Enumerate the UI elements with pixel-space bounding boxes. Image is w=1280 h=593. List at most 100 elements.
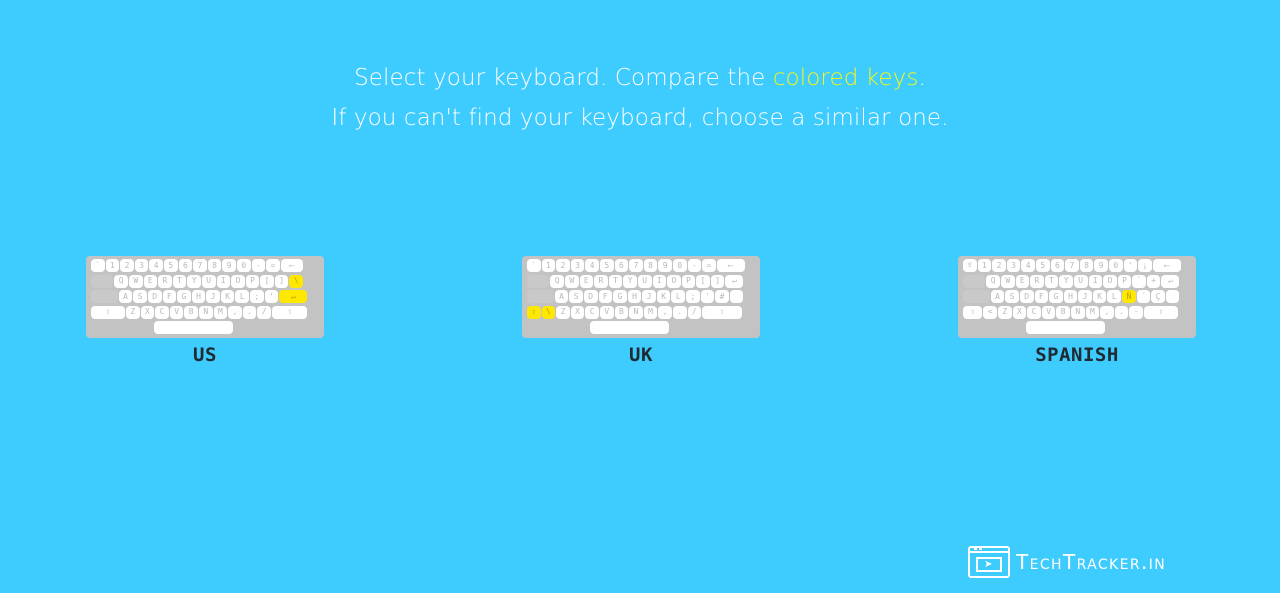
- highlighted-key: \: [541, 305, 556, 319]
- key: X: [570, 305, 585, 319]
- keyboard-label-us: US: [193, 344, 217, 366]
- key: -: [1129, 305, 1143, 319]
- key: L: [1107, 290, 1122, 303]
- key: Q: [114, 274, 128, 288]
- key: 6: [1050, 259, 1065, 272]
- key: D: [1019, 290, 1034, 303]
- key: 8: [1079, 259, 1094, 272]
- key: O: [1103, 274, 1117, 288]
- key: Ç: [1151, 290, 1165, 303]
- key: R: [158, 274, 172, 288]
- key: ': [264, 290, 279, 303]
- key: 1: [105, 259, 120, 272]
- key-row: Q W E R T Y U I O P ` + ↵: [963, 274, 1191, 289]
- key: /: [687, 305, 702, 319]
- key: O: [667, 274, 681, 288]
- key: 5: [599, 259, 614, 272]
- key-row: A S D F G H J K L; ' #: [527, 290, 755, 304]
- key: `: [1132, 274, 1146, 288]
- key: [1106, 321, 1168, 334]
- key: 5: [163, 259, 178, 272]
- highlighted-key: ↵: [279, 290, 308, 303]
- key-row: ⇧ Z X C V B N M,. / ⇧: [91, 305, 319, 320]
- key: F: [162, 290, 177, 303]
- key: X: [1012, 305, 1027, 319]
- colored-keys-highlight: colored keys: [772, 65, 919, 91]
- key: G: [177, 290, 191, 303]
- key: =: [702, 259, 716, 272]
- key: J: [206, 290, 220, 303]
- key: .: [672, 305, 687, 319]
- key-row: º 1 2 3 4 5 6 7 8 9 0 ' ¡ ⟵: [963, 259, 1191, 273]
- key: K: [1092, 290, 1107, 303]
- key: 9: [1094, 259, 1108, 272]
- key-row: Q W E R T Y U I O P[] \: [91, 274, 319, 289]
- key: /: [257, 305, 271, 319]
- key-row: A S D F G H J K L Ñ ´ Ç: [963, 290, 1191, 304]
- key: ,: [658, 305, 672, 319]
- key: º: [963, 259, 977, 272]
- keyboard-diagram-uk: ` 1 2 3 4 5 6 7 8 9 0- = ⟵ Q W E R T Y U I O P[] ↵ A S D F G H J K L; ' # ⇧…: [522, 256, 760, 338]
- key: ↵: [725, 274, 744, 288]
- key: A: [990, 290, 1005, 303]
- keyboard-option-us[interactable]: ` 1 2 3 4 5 6 7 8 9 0- = ⟵ Q W E R T Y U I O P[] \ A S D F G H J K L; ' ↵ ⇧…: [86, 256, 324, 366]
- brand-name: TechTracker.in: [1016, 550, 1167, 574]
- key-row: ` 1 2 3 4 5 6 7 8 9 0- = ⟵: [91, 259, 319, 273]
- key: 9: [658, 259, 672, 272]
- key: ;: [686, 290, 700, 303]
- key: H: [191, 290, 206, 303]
- key: [963, 290, 990, 303]
- key: M: [643, 305, 658, 319]
- key: T: [1044, 274, 1059, 288]
- key: +: [1146, 274, 1161, 288]
- key: X: [140, 305, 155, 319]
- key: [729, 290, 744, 303]
- key-row: [91, 321, 319, 335]
- key: S: [133, 290, 147, 303]
- key: H: [627, 290, 642, 303]
- key-row: ⇧ \ Z X C V B N M,. / ⇧: [527, 305, 755, 320]
- key: #: [715, 290, 729, 303]
- key: V: [1041, 305, 1056, 319]
- key: P: [681, 274, 696, 288]
- key: M: [1085, 305, 1100, 319]
- keyboard-label-uk: UK: [629, 344, 653, 366]
- key: L: [235, 290, 250, 303]
- key: B: [184, 305, 198, 319]
- key: T: [172, 274, 187, 288]
- key: J: [1078, 290, 1092, 303]
- key: 7: [1065, 259, 1079, 272]
- key: <: [983, 305, 998, 319]
- key: Y: [187, 274, 201, 288]
- key: Y: [623, 274, 637, 288]
- key: P: [1117, 274, 1132, 288]
- key: ⇧: [1143, 305, 1178, 319]
- key: K: [220, 290, 235, 303]
- key: -: [251, 259, 266, 272]
- key: W: [1000, 274, 1015, 288]
- key: R: [1030, 274, 1044, 288]
- keyboard-option-uk[interactable]: ` 1 2 3 4 5 6 7 8 9 0- = ⟵ Q W E R T Y U I O P[] ↵ A S D F G H J K L; ' # ⇧…: [522, 256, 760, 366]
- key: U: [201, 274, 216, 288]
- key: ↵: [1161, 274, 1180, 288]
- key: [91, 274, 114, 288]
- key: [: [260, 274, 274, 288]
- key: W: [564, 274, 579, 288]
- key: C: [1027, 305, 1041, 319]
- key: B: [1056, 305, 1070, 319]
- keyboard-option-spanish[interactable]: º 1 2 3 4 5 6 7 8 9 0 ' ¡ ⟵ Q W E R T Y U I O P ` + ↵ A S D F G H J K L Ñ ´ Ç ⇧…: [958, 256, 1196, 366]
- key: L: [671, 290, 686, 303]
- key: J: [642, 290, 656, 303]
- key: O: [231, 274, 245, 288]
- key: A: [554, 290, 569, 303]
- key: 8: [207, 259, 222, 272]
- instructions-line-2: If you can't find your keyboard, choose …: [331, 105, 949, 131]
- key: ⟵: [1152, 259, 1181, 272]
- key: N: [199, 305, 213, 319]
- key: 8: [643, 259, 658, 272]
- key: 2: [120, 259, 134, 272]
- key: ⇧: [963, 305, 983, 319]
- key: 1: [977, 259, 992, 272]
- key: B: [614, 305, 629, 319]
- key: M: [213, 305, 228, 319]
